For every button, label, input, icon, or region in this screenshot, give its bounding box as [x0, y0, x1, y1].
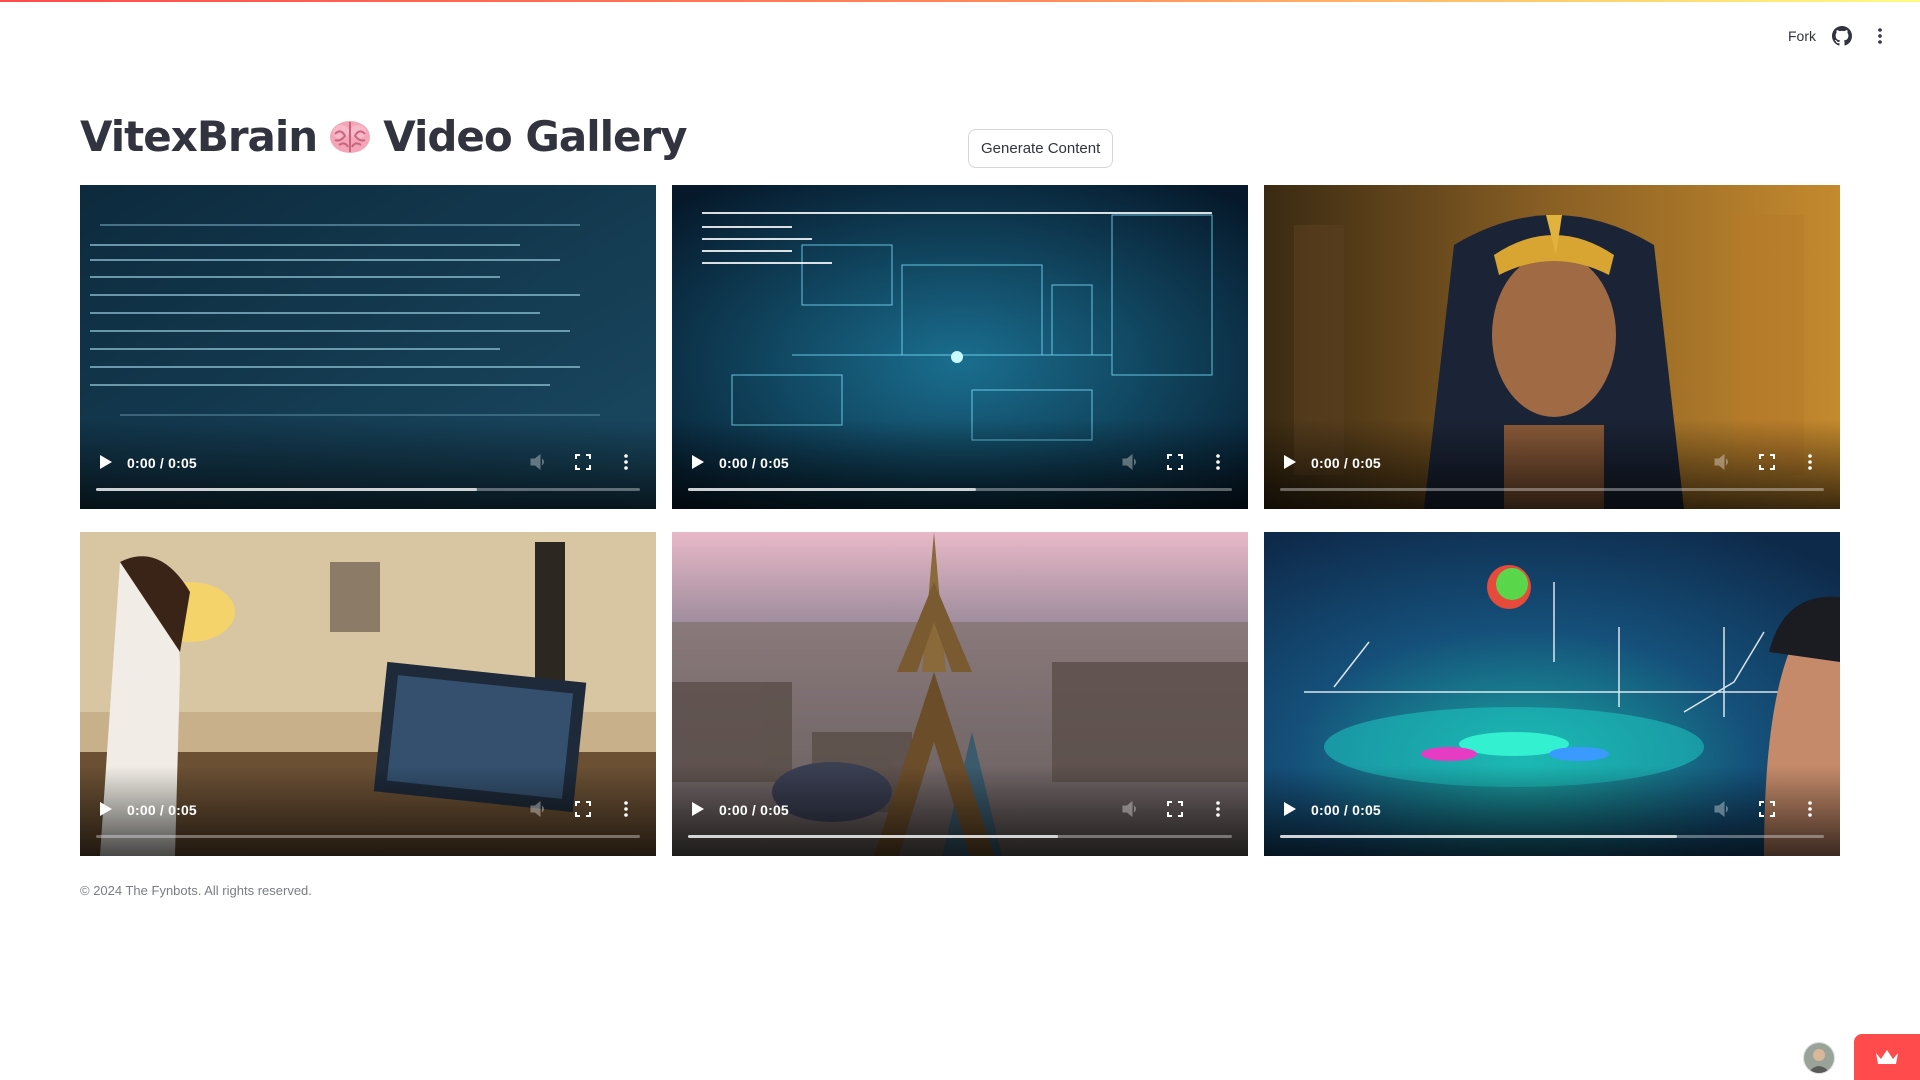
video-progress-bar[interactable] [688, 835, 1232, 838]
volume-icon[interactable] [1120, 799, 1140, 819]
video-progress-bar[interactable] [96, 488, 640, 491]
video-controls: 0:00 / 0:05 [1264, 766, 1840, 856]
buffered-fill [688, 835, 1058, 838]
play-icon[interactable] [1278, 798, 1300, 820]
fullscreen-icon[interactable] [574, 800, 592, 818]
more-options-icon[interactable] [1800, 452, 1820, 472]
video-player[interactable]: 0:00 / 0:05 [1264, 532, 1840, 856]
page-title: VitexBrain Video Gallery [80, 112, 688, 161]
fullscreen-icon[interactable] [574, 453, 592, 471]
video-player[interactable]: 0:00 / 0:05 [672, 532, 1248, 856]
buffered-fill [96, 488, 477, 491]
volume-icon[interactable] [1120, 452, 1140, 472]
video-player[interactable]: 0:00 / 0:05 [1264, 185, 1840, 509]
video-controls: 0:00 / 0:05 [80, 766, 656, 856]
play-icon[interactable] [1278, 451, 1300, 473]
time-display: 0:00 / 0:05 [127, 802, 197, 818]
video-controls: 0:00 / 0:05 [1264, 419, 1840, 509]
more-options-icon[interactable] [616, 799, 636, 819]
more-options-icon[interactable] [1800, 799, 1820, 819]
play-icon[interactable] [94, 451, 116, 473]
top-toolbar: Fork [1788, 22, 1892, 50]
video-progress-bar[interactable] [1280, 488, 1824, 491]
fullscreen-icon[interactable] [1166, 453, 1184, 471]
time-display: 0:00 / 0:05 [719, 455, 789, 471]
streamlit-crown-icon[interactable] [1854, 1034, 1920, 1080]
top-decoration-bar [0, 0, 1920, 2]
more-options-icon[interactable] [1208, 452, 1228, 472]
github-icon[interactable] [1830, 24, 1854, 48]
more-options-icon[interactable] [616, 452, 636, 472]
generate-content-button[interactable]: Generate Content [968, 129, 1114, 168]
volume-icon[interactable] [528, 452, 548, 472]
buffered-fill [1280, 835, 1678, 838]
user-avatar[interactable] [1803, 1042, 1835, 1074]
play-icon[interactable] [686, 798, 708, 820]
more-options-icon[interactable] [1208, 799, 1228, 819]
video-controls: 0:00 / 0:05 [672, 419, 1248, 509]
brain-icon [327, 114, 373, 160]
fullscreen-icon[interactable] [1758, 800, 1776, 818]
video-controls: 0:00 / 0:05 [80, 419, 656, 509]
time-display: 0:00 / 0:05 [719, 802, 789, 818]
title-brand: VitexBrain [80, 112, 318, 161]
video-progress-bar[interactable] [96, 835, 640, 838]
video-player[interactable]: 0:00 / 0:05 [80, 532, 656, 856]
video-progress-bar[interactable] [688, 488, 1232, 491]
video-controls: 0:00 / 0:05 [672, 766, 1248, 856]
fullscreen-icon[interactable] [1166, 800, 1184, 818]
video-player[interactable]: 0:00 / 0:05 [672, 185, 1248, 509]
title-suffix: Video Gallery [383, 112, 687, 161]
time-display: 0:00 / 0:05 [1311, 455, 1381, 471]
fullscreen-icon[interactable] [1758, 453, 1776, 471]
play-icon[interactable] [686, 451, 708, 473]
volume-icon[interactable] [528, 799, 548, 819]
video-player[interactable]: 0:00 / 0:05 [80, 185, 656, 509]
kebab-menu-icon[interactable] [1868, 24, 1892, 48]
video-grid: 0:00 / 0:05 0:00 / 0:05 0:00 / 0:05 0:00… [80, 185, 1840, 856]
play-icon[interactable] [94, 798, 116, 820]
buffered-fill [688, 488, 977, 491]
video-progress-bar[interactable] [1280, 835, 1824, 838]
footer-copyright: © 2024 The Fynbots. All rights reserved. [80, 883, 312, 898]
time-display: 0:00 / 0:05 [127, 455, 197, 471]
volume-icon[interactable] [1712, 799, 1732, 819]
fork-button[interactable]: Fork [1788, 28, 1816, 44]
volume-icon[interactable] [1712, 452, 1732, 472]
time-display: 0:00 / 0:05 [1311, 802, 1381, 818]
